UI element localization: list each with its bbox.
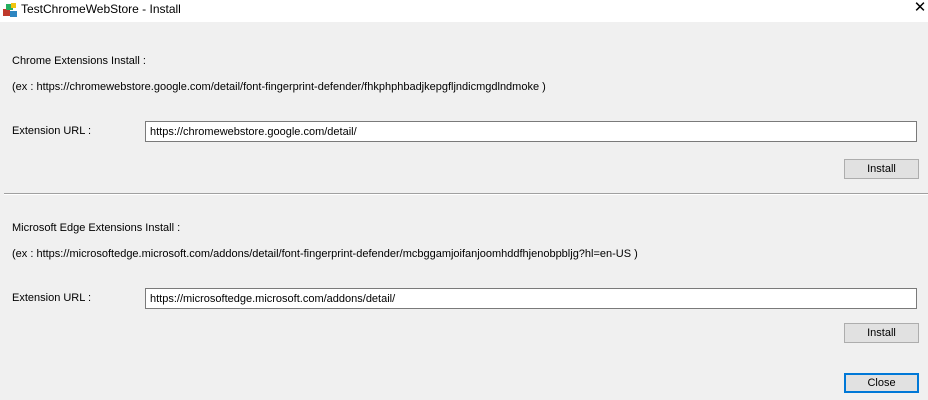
app-icon [2,2,18,18]
close-button[interactable]: Close [844,373,919,393]
chrome-url-label: Extension URL : [12,125,92,137]
edge-install-button[interactable]: Install [844,323,919,343]
close-icon[interactable]: ✕ [913,0,927,16]
section-divider [4,193,928,195]
edge-example-text: (ex : https://microsoftedge.microsoft.co… [12,248,638,260]
chrome-section-heading: Chrome Extensions Install : [12,55,146,67]
chrome-install-button[interactable]: Install [844,159,919,179]
edge-url-label: Extension URL : [12,292,92,304]
edge-url-input[interactable] [145,288,917,309]
window-title: TestChromeWebStore - Install [21,2,181,16]
edge-section-heading: Microsoft Edge Extensions Install : [12,222,181,234]
chrome-example-text: (ex : https://chromewebstore.google.com/… [12,81,546,93]
chrome-url-input[interactable] [145,121,917,142]
title-bar: TestChromeWebStore - Install ✕ [0,0,928,22]
